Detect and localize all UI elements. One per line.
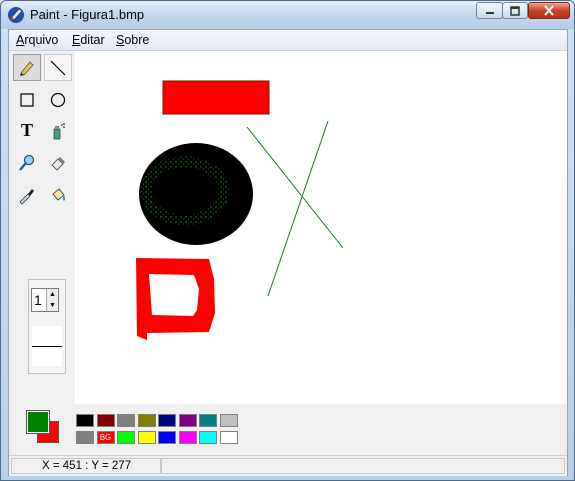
- line-width-value: 1: [34, 292, 42, 308]
- palette-swatch[interactable]: [76, 431, 94, 444]
- magnifier-icon: [19, 154, 35, 171]
- fill-bucket-icon: [52, 187, 65, 201]
- tool-line[interactable]: [44, 54, 72, 81]
- palette-swatch[interactable]: [178, 414, 197, 427]
- tool-magnifier[interactable]: [13, 149, 41, 176]
- palette-swatch[interactable]: [158, 414, 176, 427]
- close-icon: [544, 5, 554, 16]
- paint-window: Paint - Figura1.bmp Arquivo Editar Sobre: [0, 0, 575, 481]
- maximize-icon: [510, 5, 520, 16]
- green-line-2: [267, 120, 329, 297]
- maximize-button[interactable]: [502, 2, 528, 19]
- rectangle-icon: [20, 92, 34, 107]
- palette-swatch[interactable]: [158, 431, 176, 444]
- palette-swatch[interactable]: [96, 414, 115, 427]
- window-title: Paint - Figura1.bmp: [30, 7, 145, 22]
- drawing-canvas[interactable]: [75, 51, 567, 404]
- ellipse-icon: [50, 92, 66, 107]
- menu-sobre[interactable]: Sobre: [116, 33, 149, 47]
- minimize-icon: [485, 11, 494, 14]
- menu-arquivo-rest: rquivo: [24, 33, 59, 47]
- canvas-drawing: [136, 80, 344, 340]
- green-line-1: [246, 126, 344, 249]
- text-icon: T: [20, 120, 33, 140]
- palette-swatch[interactable]: [199, 431, 217, 444]
- tool-ellipse[interactable]: [44, 86, 72, 113]
- eraser-icon: [51, 156, 65, 171]
- paint-app-icon: [8, 7, 24, 23]
- minimize-button[interactable]: [476, 2, 503, 19]
- tool-text[interactable]: T: [13, 117, 41, 144]
- tool-pencil[interactable]: [13, 54, 41, 81]
- palette-swatch[interactable]: [178, 431, 197, 444]
- line-icon: [50, 60, 66, 75]
- palette-swatch[interactable]: [219, 414, 238, 427]
- status-coordinates: X = 451 : Y = 277: [11, 458, 161, 474]
- line-width-panel: 1 ▲ ▼: [28, 279, 66, 374]
- menu-sobre-rest: obre: [124, 33, 150, 47]
- palette-swatch[interactable]: [117, 431, 135, 444]
- menu-bar: Arquivo Editar Sobre: [9, 30, 567, 51]
- spin-up-arrow-icon[interactable]: ▲: [46, 289, 58, 300]
- tool-color-picker[interactable]: [13, 181, 41, 208]
- toolbox: T 1 ▲ ▼: [9, 51, 75, 404]
- menu-editar[interactable]: Editar: [72, 33, 105, 47]
- color-palette-area: BG: [9, 404, 567, 453]
- pencil-icon: [20, 60, 34, 76]
- status-panel: [161, 458, 565, 474]
- status-bar: X = 451 : Y = 277: [9, 455, 567, 476]
- line-preview-stroke: [32, 346, 62, 347]
- palette-swatch[interactable]: [219, 431, 238, 444]
- client-area: Arquivo Editar Sobre T 1 ▲ ▼ BG X = 451 …: [8, 29, 568, 476]
- palette-swatch[interactable]: [137, 431, 156, 444]
- palette-swatch-label: BG: [99, 433, 112, 442]
- title-bar[interactable]: Paint - Figura1.bmp: [1, 1, 574, 29]
- palette-swatch[interactable]: [117, 414, 135, 427]
- close-button[interactable]: [528, 2, 570, 19]
- red-rectangle-shape: [162, 80, 270, 115]
- palette-swatch[interactable]: [199, 414, 217, 427]
- tool-eraser[interactable]: [44, 149, 72, 176]
- palette-swatch[interactable]: [76, 414, 94, 427]
- palette-swatch[interactable]: [137, 414, 156, 427]
- tool-fill[interactable]: [44, 181, 72, 208]
- foreground-color-swatch[interactable]: [26, 410, 50, 434]
- line-width-preview: [32, 326, 62, 366]
- palette-swatch[interactable]: BG: [96, 431, 115, 444]
- spray-icon: [53, 122, 65, 139]
- tool-rectangle[interactable]: [13, 86, 41, 113]
- menu-arquivo[interactable]: Arquivo: [16, 33, 58, 47]
- eyedropper-icon: [19, 188, 34, 205]
- spin-down-arrow-icon[interactable]: ▼: [46, 300, 58, 311]
- red-d-shape: [136, 258, 215, 340]
- current-colors[interactable]: [26, 410, 61, 445]
- tool-spray[interactable]: [44, 117, 72, 144]
- menu-editar-rest: ditar: [80, 33, 105, 47]
- line-width-spinner[interactable]: 1 ▲ ▼: [31, 288, 59, 312]
